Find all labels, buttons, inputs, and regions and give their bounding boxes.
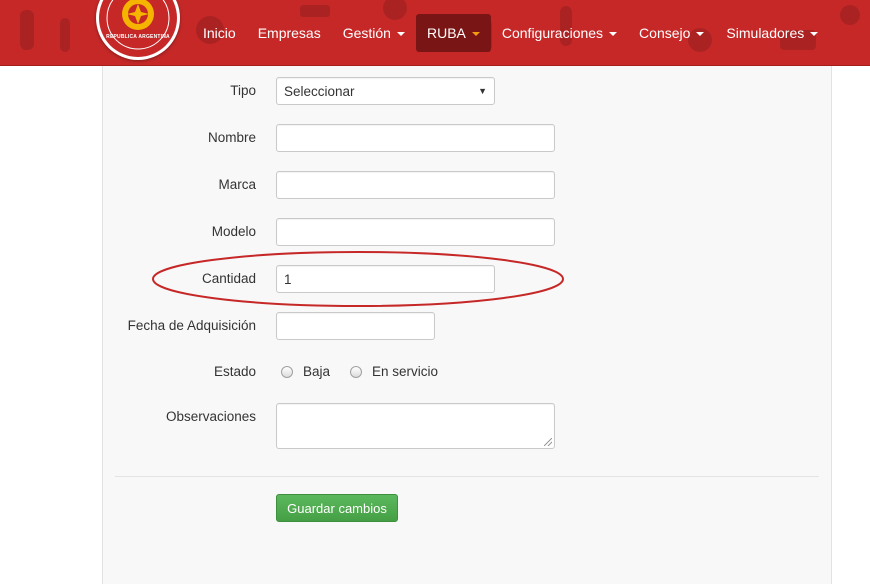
select-arrow-icon: ▼ (478, 86, 487, 96)
tipo-select[interactable]: Seleccionar ▼ (276, 77, 495, 105)
caret-down-icon (609, 32, 618, 36)
nav-gestion[interactable]: Gestión (332, 14, 416, 52)
marca-label: Marca (218, 177, 256, 192)
resize-grip-icon[interactable] (544, 438, 552, 446)
caret-down-icon (810, 32, 819, 36)
caret-down-icon (396, 32, 405, 36)
nombre-input[interactable] (276, 124, 555, 152)
radio-en-servicio-label: En servicio (372, 364, 439, 379)
estado-radio-group: Baja En servicio (281, 364, 458, 379)
form-panel: Tipo Seleccionar ▼ Nombre Marca Modelo C… (102, 66, 832, 584)
nav-empresas[interactable]: Empresas (247, 14, 332, 52)
nav-label: Gestión (342, 25, 391, 41)
marca-input[interactable] (276, 171, 555, 199)
estado-label: Estado (213, 364, 256, 379)
nav-label: Configuraciones (501, 25, 604, 41)
nav-label: Empresas (257, 25, 321, 41)
nav-label: Consejo (639, 25, 691, 41)
caret-down-icon (471, 32, 480, 36)
fecha-label: Fecha de Adquisición (127, 318, 256, 333)
nav-inicio[interactable]: Inicio (192, 14, 247, 52)
brand-logo[interactable]: REPUBLICA ARGENTINA (96, 0, 180, 60)
cantidad-label: Cantidad (201, 271, 256, 286)
save-button[interactable]: Guardar cambios (276, 494, 398, 522)
tipo-selected-value: Seleccionar (284, 83, 355, 99)
nav-label: RUBA (426, 25, 466, 41)
main-nav: Inicio Empresas Gestión RUBA Configuraci… (192, 0, 829, 65)
modelo-input[interactable] (276, 218, 555, 246)
nombre-label: Nombre (207, 130, 256, 145)
emblem-icon (99, 0, 177, 57)
radio-en-servicio[interactable] (350, 365, 363, 378)
observaciones-label: Observaciones (165, 409, 256, 424)
radio-baja-label: Baja (303, 364, 331, 379)
modelo-label: Modelo (211, 224, 256, 239)
nav-consejo[interactable]: Consejo (628, 14, 715, 52)
fecha-adquisicion-input[interactable] (276, 312, 435, 340)
radio-baja[interactable] (281, 365, 293, 378)
top-navbar: REPUBLICA ARGENTINA Inicio Empresas Gest… (0, 0, 870, 66)
nav-simuladores[interactable]: Simuladores (715, 14, 829, 52)
caret-down-icon (696, 32, 705, 36)
tipo-label: Tipo (230, 83, 256, 98)
form-divider (115, 476, 819, 477)
nav-configuraciones[interactable]: Configuraciones (491, 14, 628, 52)
nav-ruba[interactable]: RUBA (415, 14, 491, 52)
observaciones-textarea[interactable] (276, 403, 555, 449)
nav-label: Inicio (203, 25, 236, 41)
cantidad-input[interactable] (276, 265, 495, 293)
logo-text: REPUBLICA ARGENTINA (106, 34, 170, 40)
nav-label: Simuladores (726, 25, 805, 41)
